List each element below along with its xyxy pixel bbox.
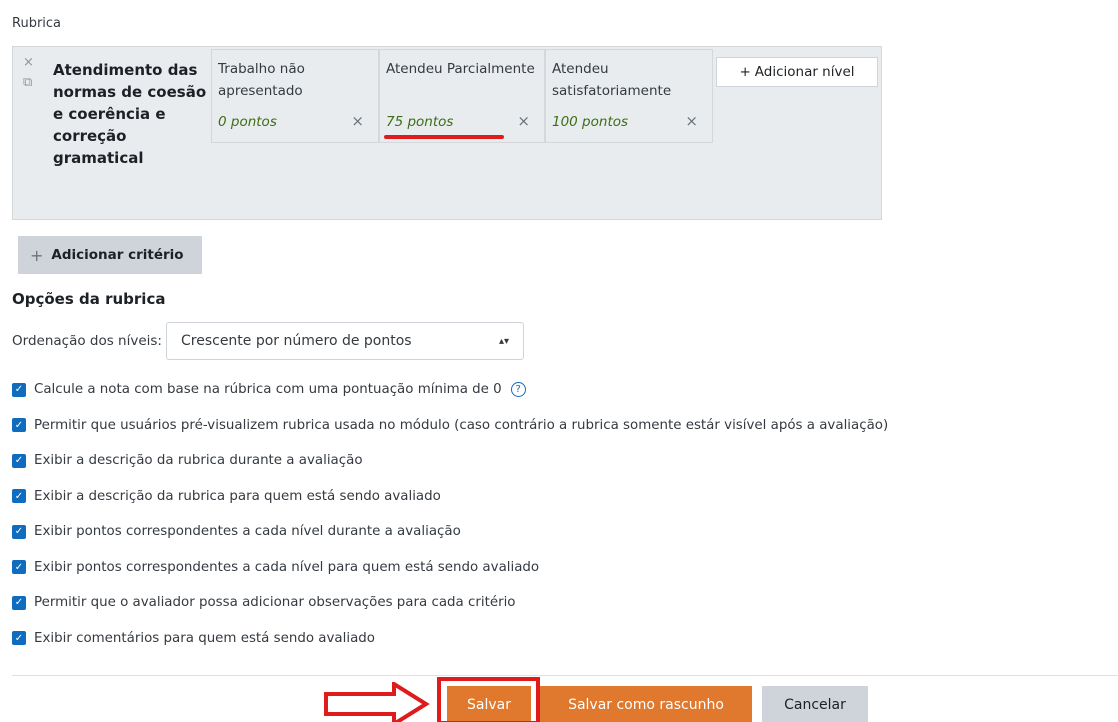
checkbox-check-icon[interactable]: ✓ [12, 560, 26, 575]
annotation-arrow-right-icon [324, 682, 430, 722]
options-checkbox-list: ✓ Calcule a nota com base na rúbrica com… [12, 372, 1118, 656]
option-label[interactable]: Exibir a descrição da rubrica para quem … [34, 489, 441, 504]
delete-criterion-close-icon[interactable]: × [23, 53, 34, 73]
rubric-editor-page: Rubrica × ⧉ Atendimento das normas de co… [0, 0, 1118, 722]
sort-levels-select[interactable]: Crescente por número de pontos ▴▾ [165, 322, 524, 360]
rubric-criteria-table: × ⧉ Atendimento das normas de coesão e c… [12, 46, 882, 220]
checkbox-check-icon[interactable]: ✓ [12, 382, 26, 397]
options-section-title: Opções da rubrica [12, 290, 166, 308]
select-arrows-icon: ▴▾ [498, 335, 509, 347]
annotation-highlight-box [437, 677, 540, 722]
option-item: ✓ Calcule a nota com base na rúbrica com… [12, 372, 1118, 408]
plus-icon: + [30, 245, 44, 265]
option-label[interactable]: Calcule a nota com base na rúbrica com u… [34, 382, 502, 397]
option-label[interactable]: Permitir que o avaliador possa adicionar… [34, 595, 516, 610]
checkbox-check-icon[interactable]: ✓ [12, 489, 26, 504]
option-label[interactable]: Exibir pontos correspondentes a cada nív… [34, 560, 539, 575]
save-draft-button[interactable]: Salvar como rascunho [540, 686, 752, 722]
annotation-underline [384, 135, 504, 139]
level-definition[interactable]: Atendeu Parcialmente [386, 58, 535, 80]
sort-levels-row: Ordenação dos níveis: Crescente por núme… [12, 322, 524, 360]
rubric-section-title: Rubrica [12, 16, 62, 31]
option-item: ✓ Permitir que usuários pré-visualizem r… [12, 408, 1118, 444]
cancel-button[interactable]: Cancelar [762, 686, 868, 722]
criterion-controls: × ⧉ [23, 53, 34, 93]
option-item: ✓ Exibir comentários para quem está send… [12, 621, 1118, 657]
help-icon[interactable]: ? [510, 382, 526, 398]
delete-level-close-icon[interactable]: × [351, 112, 364, 130]
add-level-button[interactable]: + Adicionar nível [716, 57, 878, 87]
rubric-level: Atendeu Parcialmente 75 pontos × [379, 49, 545, 143]
criterion-description[interactable]: Atendimento das normas de coesão e coerê… [53, 59, 213, 169]
footer-divider [12, 675, 1118, 676]
sort-levels-value: Crescente por número de pontos [180, 333, 412, 349]
level-score[interactable]: 100 pontos [552, 114, 628, 130]
add-level-label: Adicionar nível [754, 64, 855, 80]
move-criterion-move-icon[interactable]: ⧉ [23, 73, 34, 93]
checkbox-check-icon[interactable]: ✓ [12, 631, 26, 646]
option-item: ✓ Permitir que o avaliador possa adicion… [12, 585, 1118, 621]
option-label[interactable]: Exibir comentários para quem está sendo … [34, 631, 375, 646]
option-item: ✓ Exibir pontos correspondentes a cada n… [12, 550, 1118, 586]
add-criterion-button[interactable]: + Adicionar critério [18, 236, 202, 274]
level-score[interactable]: 75 pontos [386, 114, 453, 130]
checkbox-check-icon[interactable]: ✓ [12, 524, 26, 539]
sort-levels-label: Ordenação dos níveis: [12, 333, 162, 349]
plus-icon: + [739, 64, 751, 80]
checkbox-check-icon[interactable]: ✓ [12, 418, 26, 433]
rubric-level: Atendeu satisfatoriamente 100 pontos × [545, 49, 713, 143]
level-definition[interactable]: Atendeu satisfatoriamente [552, 58, 712, 102]
delete-level-close-icon[interactable]: × [517, 112, 530, 130]
delete-level-close-icon[interactable]: × [685, 112, 698, 130]
checkbox-check-icon[interactable]: ✓ [12, 453, 26, 468]
option-item: ✓ Exibir a descrição da rubrica durante … [12, 443, 1118, 479]
option-item: ✓ Exibir a descrição da rubrica para que… [12, 479, 1118, 515]
option-label[interactable]: Permitir que usuários pré-visualizem rub… [34, 418, 888, 433]
option-label[interactable]: Exibir a descrição da rubrica durante a … [34, 453, 363, 468]
level-definition[interactable]: Trabalho não apresentado [218, 58, 378, 102]
option-item: ✓ Exibir pontos correspondentes a cada n… [12, 514, 1118, 550]
rubric-level: Trabalho não apresentado 0 pontos × [211, 49, 379, 143]
add-criterion-label: Adicionar critério [51, 247, 184, 263]
level-score[interactable]: 0 pontos [218, 114, 277, 130]
checkbox-check-icon[interactable]: ✓ [12, 595, 26, 610]
option-label[interactable]: Exibir pontos correspondentes a cada nív… [34, 524, 461, 539]
